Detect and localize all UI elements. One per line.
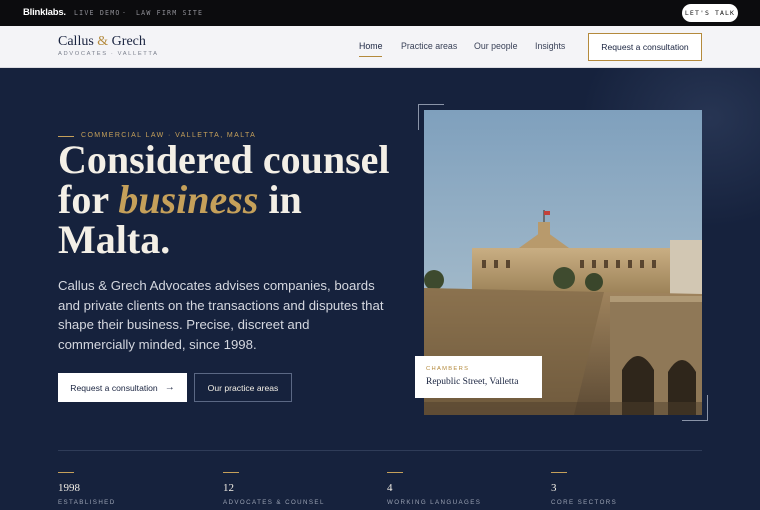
live-demo-tag: LIVE DEMO bbox=[74, 9, 121, 17]
primary-cta-label: Request a consultation bbox=[70, 382, 158, 393]
brand-name-second: Grech bbox=[111, 34, 146, 49]
active-nav-indicator bbox=[359, 56, 382, 57]
demo-bar: Blinklabs. LIVE DEMO · LAW FIRM SITE LET… bbox=[0, 0, 760, 26]
stat-value: 1998 bbox=[58, 482, 80, 494]
stat-rule bbox=[551, 472, 567, 473]
stat-rule bbox=[58, 472, 74, 473]
stat-value: 3 bbox=[551, 482, 557, 494]
site-type-tag: LAW FIRM SITE bbox=[136, 9, 204, 17]
nav-link-home[interactable]: Home bbox=[359, 41, 382, 51]
nav-link-our-people[interactable]: Our people bbox=[474, 41, 518, 51]
arrow-right-icon: → bbox=[164, 382, 175, 393]
hero-lede: Callus & Grech Advocates advises compani… bbox=[58, 278, 384, 352]
headline-in: in bbox=[268, 177, 302, 222]
stat-label: WORKING LANGUAGES bbox=[387, 499, 482, 506]
headline-for: for bbox=[58, 177, 109, 222]
nav-link-practice-areas[interactable]: Practice areas bbox=[401, 41, 457, 51]
site-header: Callus & Grech ADVOCATES · VALLETTA Home… bbox=[0, 26, 760, 68]
photo-caption-card: CHAMBERS Republic Street, Valletta bbox=[415, 356, 542, 398]
stat-value: 4 bbox=[387, 482, 393, 494]
headline-accent-business: business bbox=[118, 177, 259, 222]
stats-divider bbox=[58, 450, 702, 451]
demo-bar-separator: · bbox=[122, 9, 128, 17]
nav-link-insights[interactable]: Insights bbox=[535, 41, 565, 51]
brand-logo[interactable]: Callus & Grech bbox=[58, 34, 146, 50]
blinklabs-logo[interactable]: Blinklabs. bbox=[23, 7, 66, 18]
stat-established: 1998 ESTABLISHED bbox=[58, 472, 218, 506]
lets-talk-button[interactable]: LET'S TALK bbox=[682, 4, 738, 22]
stat-languages: 4 WORKING LANGUAGES bbox=[387, 472, 547, 506]
stat-sectors: 3 CORE SECTORS bbox=[551, 472, 711, 506]
brand-name-first: Callus bbox=[58, 34, 94, 49]
request-consultation-nav-button[interactable]: Request a consultation bbox=[588, 33, 702, 61]
caption-label: CHAMBERS bbox=[426, 366, 470, 372]
stat-rule bbox=[387, 472, 403, 473]
practice-areas-button[interactable]: Our practice areas bbox=[194, 373, 292, 402]
request-consultation-hero-button[interactable]: Request a consultation → bbox=[58, 373, 187, 402]
caption-location: Republic Street, Valletta bbox=[426, 377, 519, 387]
hero-section: COMMERCIAL LAW · VALLETTA, MALTA Conside… bbox=[0, 68, 760, 510]
headline-line-2: for business in bbox=[58, 180, 418, 220]
brand-subtitle: ADVOCATES · VALLETTA bbox=[58, 51, 159, 57]
stat-rule bbox=[223, 472, 239, 473]
hero-headline: Considered counsel for business in Malta… bbox=[58, 140, 418, 260]
stat-value: 12 bbox=[223, 482, 234, 494]
stat-advocates: 12 ADVOCATES & COUNSEL bbox=[223, 472, 383, 506]
stat-label: ADVOCATES & COUNSEL bbox=[223, 499, 325, 506]
headline-line-3: Malta. bbox=[58, 217, 171, 262]
headline-line-1: Considered counsel bbox=[58, 137, 390, 182]
stat-label: CORE SECTORS bbox=[551, 499, 618, 506]
brand-ampersand: & bbox=[97, 34, 109, 49]
stat-label: ESTABLISHED bbox=[58, 499, 116, 506]
